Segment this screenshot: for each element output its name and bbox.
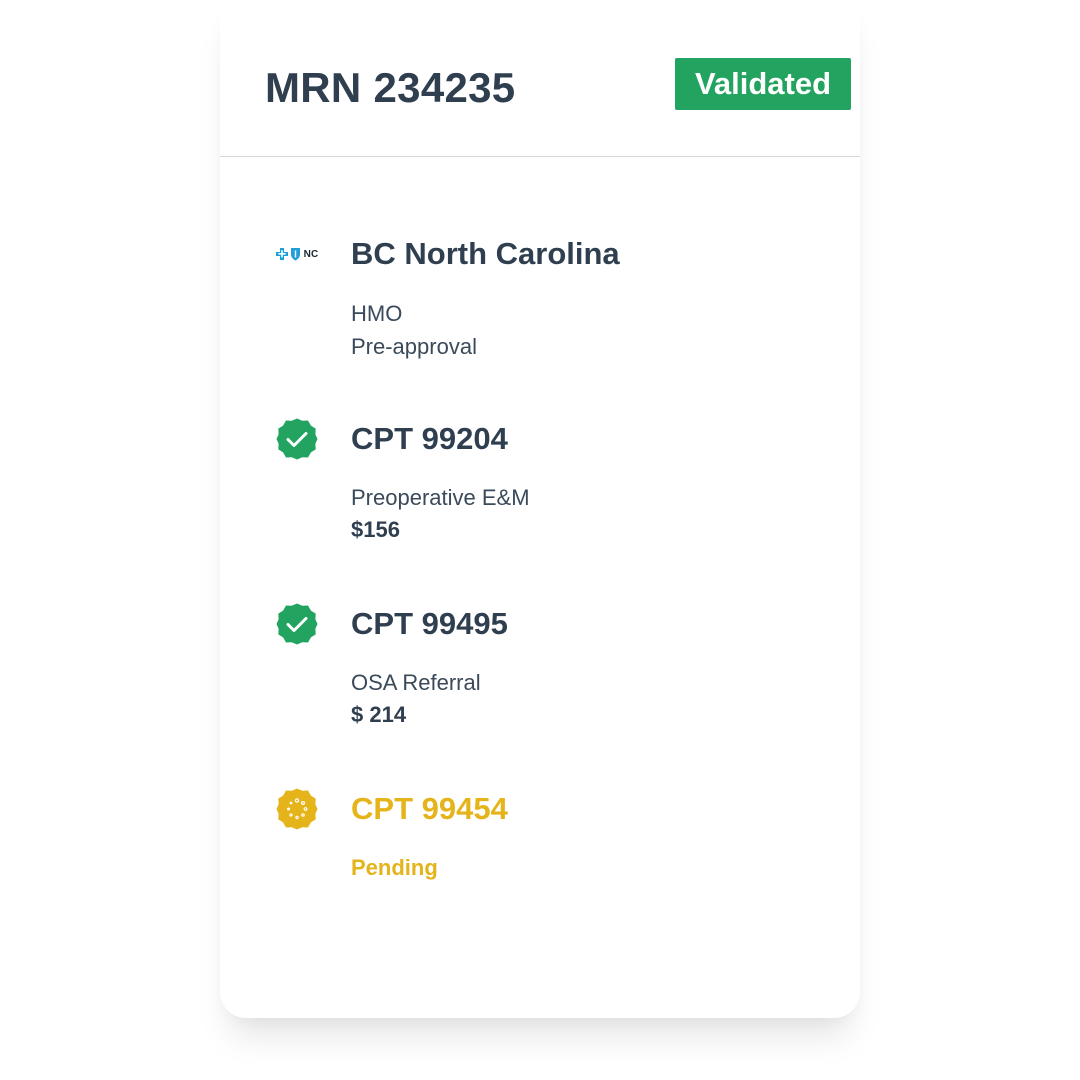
procedure-description: OSA Referral — [351, 670, 481, 695]
insurer-logo-text: NC — [303, 248, 319, 260]
insurer-plan: HMO — [351, 301, 403, 326]
bcbs-logo-icon: NC — [275, 230, 319, 278]
procedure-amount: $ 214 — [351, 702, 407, 727]
card-header: MRN 234235 Validated — [220, 0, 860, 157]
validated-status-badge: Validated — [675, 58, 851, 110]
mrn-title: MRN 234235 — [265, 64, 516, 111]
procedure-code: CPT 99204 — [351, 421, 508, 456]
check-badge-icon — [275, 417, 319, 461]
claim-card: MRN 234235 Validated NC BC North Carolin… — [220, 0, 860, 1018]
procedure-status-label: Pending — [351, 855, 438, 880]
insurer-name: BC North Carolina — [351, 236, 620, 271]
procedure-amount: $156 — [351, 517, 400, 542]
procedure-description: Preoperative E&M — [351, 485, 530, 510]
procedure-code: CPT 99454 — [351, 791, 508, 826]
insurer-logo: NC — [275, 247, 319, 261]
loading-badge-icon — [275, 787, 319, 831]
blue-cross-shield-icon — [275, 248, 300, 261]
page: MRN 234235 Validated NC BC North Carolin… — [0, 0, 1080, 1080]
procedure-code: CPT 99495 — [351, 606, 508, 641]
check-badge-icon — [275, 602, 319, 646]
insurer-requirement: Pre-approval — [351, 334, 477, 359]
